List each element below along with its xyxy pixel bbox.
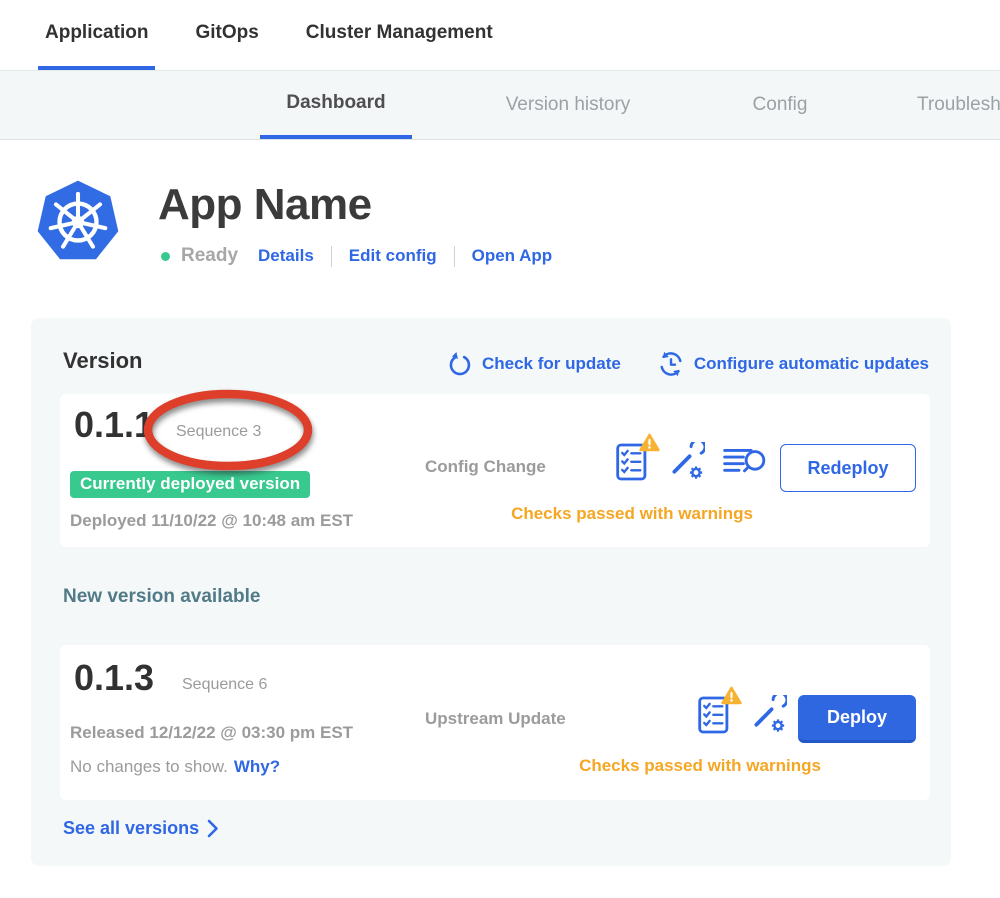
deployed-timestamp: Deployed 11/10/22 @ 10:48 am EST — [70, 511, 353, 531]
new-version-heading: New version available — [63, 586, 261, 608]
no-changes-row: No changes to show. Why? — [70, 757, 280, 777]
see-all-versions-label: See all versions — [63, 818, 199, 839]
version-action-icons — [616, 442, 767, 482]
available-version-sequence: Sequence 6 — [182, 676, 267, 694]
version-action-icons — [698, 695, 787, 735]
status-dot-icon — [161, 252, 170, 261]
deployed-badge: Currently deployed version — [70, 471, 310, 498]
preflight-checks-icon[interactable] — [698, 695, 732, 735]
version-panel: Version Check for update — [31, 318, 951, 866]
checks-status-text: Checks passed with warnings — [550, 756, 850, 776]
edit-config-link[interactable]: Edit config — [349, 246, 437, 266]
open-app-link[interactable]: Open App — [472, 246, 553, 266]
primary-nav: Application GitOps Cluster Management — [0, 0, 1000, 70]
version-panel-title: Version — [63, 348, 142, 374]
check-for-update-link[interactable]: Check for update — [447, 350, 621, 378]
app-subnav: Dashboard Version history Config Trouble… — [0, 70, 1000, 140]
current-version-card: 0.1.1 Sequence 3 Currently deployed vers… — [60, 394, 930, 547]
released-timestamp: Released 12/12/22 @ 03:30 pm EST — [70, 723, 353, 743]
current-version-number: 0.1.1 — [74, 404, 154, 446]
no-changes-text: No changes to show. — [70, 757, 228, 777]
version-source-label: Config Change — [425, 457, 546, 477]
available-version-card: 0.1.3 Sequence 6 Released 12/12/22 @ 03:… — [60, 645, 930, 800]
available-version-number: 0.1.3 — [74, 657, 154, 699]
checks-status-text: Checks passed with warnings — [482, 504, 782, 524]
tab-application[interactable]: Application — [38, 0, 155, 70]
current-version-sequence: Sequence 3 — [176, 423, 261, 441]
why-link[interactable]: Why? — [234, 757, 280, 777]
deploy-button[interactable]: Deploy — [798, 695, 916, 743]
tab-gitops[interactable]: GitOps — [188, 0, 265, 70]
tab-troubleshoot[interactable]: Troubleshoot — [917, 71, 1000, 139]
divider — [454, 246, 455, 267]
app-status-row: Ready Details Edit config Open App — [161, 243, 552, 269]
warning-triangle-icon — [721, 686, 742, 705]
chevron-right-icon — [207, 819, 219, 838]
version-source-label: Upstream Update — [425, 709, 566, 729]
tab-cluster-management[interactable]: Cluster Management — [299, 0, 500, 70]
tab-config[interactable]: Config — [712, 71, 848, 139]
status-label: Ready — [181, 245, 238, 267]
clock-refresh-icon — [657, 350, 685, 378]
app-dashboard-screen: Application GitOps Cluster Management Da… — [0, 0, 1000, 898]
wrench-gear-icon[interactable] — [667, 442, 705, 482]
details-link[interactable]: Details — [258, 246, 314, 266]
kubernetes-logo-icon — [34, 178, 122, 266]
tab-version-history[interactable]: Version history — [470, 71, 666, 139]
configure-automatic-updates-link[interactable]: Configure automatic updates — [657, 350, 929, 378]
see-all-versions-link[interactable]: See all versions — [63, 818, 219, 839]
preflight-checks-icon[interactable] — [616, 442, 650, 482]
redeploy-button[interactable]: Redeploy — [780, 444, 916, 492]
tab-dashboard[interactable]: Dashboard — [260, 71, 412, 139]
divider — [331, 246, 332, 267]
configure-automatic-updates-label: Configure automatic updates — [694, 354, 929, 374]
view-diff-icon[interactable] — [722, 446, 767, 478]
update-actions: Check for update Configure automatic upd… — [447, 350, 929, 378]
check-for-update-label: Check for update — [482, 354, 621, 374]
wrench-gear-icon[interactable] — [749, 695, 787, 735]
warning-triangle-icon — [639, 433, 660, 452]
refresh-icon — [447, 351, 473, 377]
page-title: App Name — [158, 180, 372, 230]
